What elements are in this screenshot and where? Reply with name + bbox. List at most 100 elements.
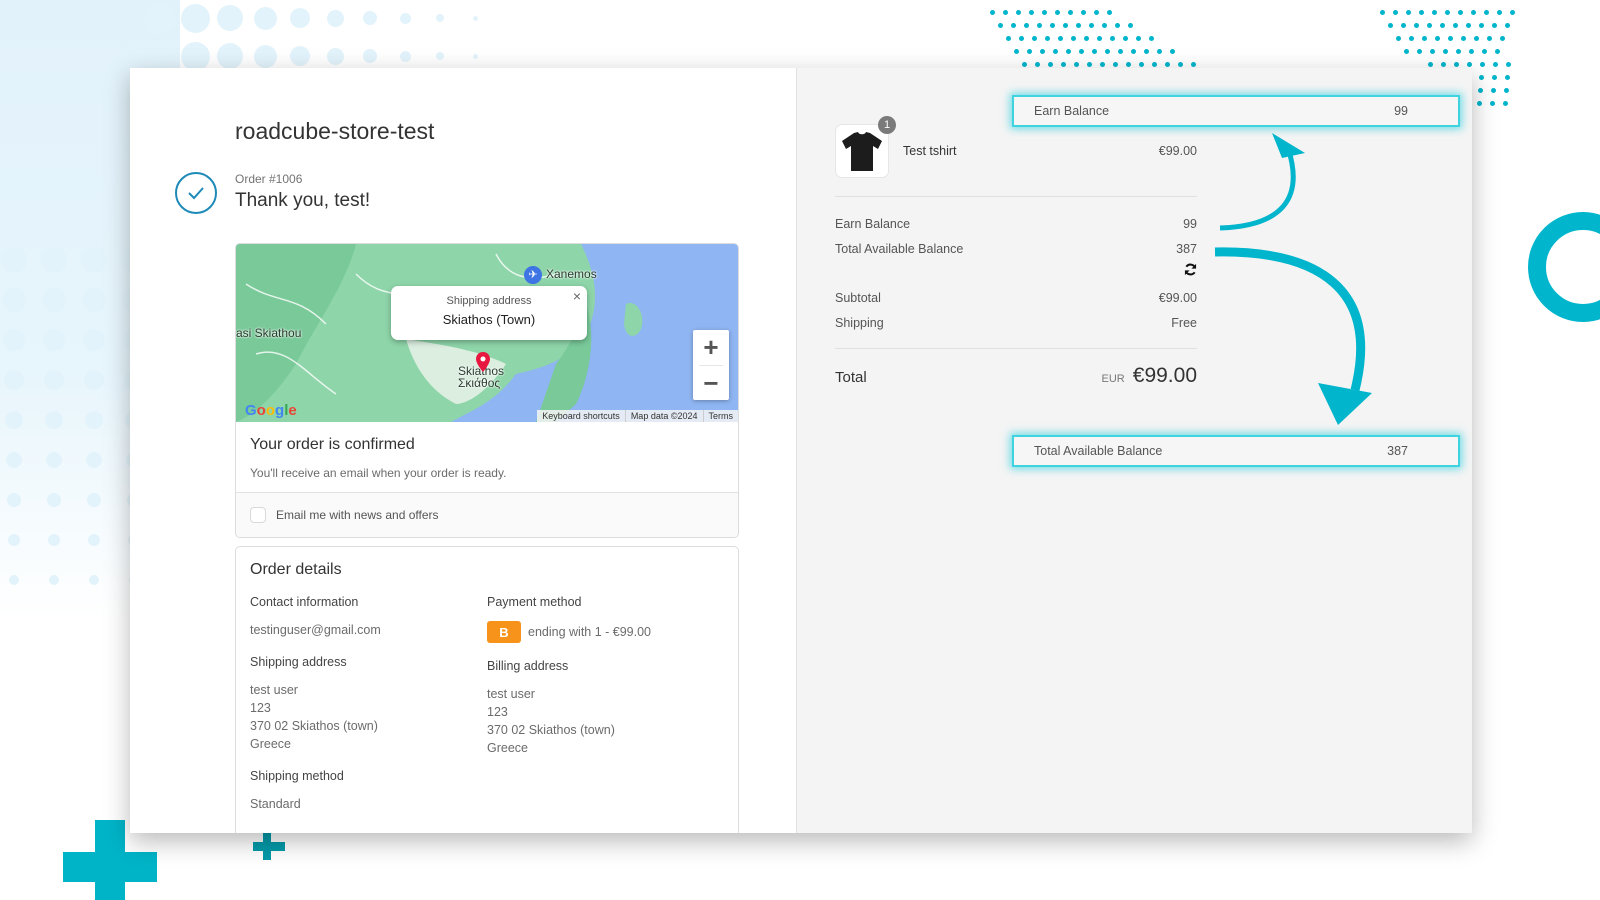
email-opt-in-row[interactable]: Email me with news and offers	[236, 493, 738, 537]
keyboard-shortcuts-link[interactable]: Keyboard shortcuts	[537, 410, 625, 422]
total-amount: €99.00	[1132, 364, 1197, 387]
decorative-dot	[6, 452, 22, 468]
decorative-dot	[1492, 75, 1497, 80]
refresh-icon[interactable]	[1184, 263, 1197, 279]
decorative-dot	[1131, 49, 1136, 54]
callout-total-value: 387	[1387, 444, 1408, 458]
confirmation-section: Your order is confirmed You'll receive a…	[236, 422, 738, 493]
decorative-dot	[1149, 36, 1154, 41]
decorative-dot	[1053, 49, 1058, 54]
decorative-dot	[1414, 23, 1419, 28]
decorative-dot	[1482, 49, 1487, 54]
google-logo[interactable]: Google	[245, 402, 297, 419]
decorative-dot	[1087, 62, 1092, 67]
zoom-in-button[interactable]: +	[693, 330, 729, 365]
earn-balance-value: 99	[1183, 217, 1197, 231]
decorative-dot	[1178, 62, 1183, 67]
store-name[interactable]: roadcube-store-test	[235, 118, 434, 145]
map-label-area: asi Skiathou	[236, 326, 302, 340]
decorative-dot	[1467, 62, 1472, 67]
decorative-dot	[326, 47, 344, 65]
decorative-dot	[1432, 10, 1437, 15]
decorative-dot	[180, 3, 210, 33]
terms-link[interactable]: Terms	[702, 410, 739, 422]
total-available-label: Total Available Balance	[835, 242, 964, 256]
decorative-dot	[1, 247, 27, 273]
decorative-dot	[1097, 36, 1102, 41]
contact-email: testinguser@gmail.com	[250, 623, 381, 637]
decorative-dot	[1037, 23, 1042, 28]
decorative-dot	[1396, 36, 1401, 41]
decorative-dot	[1435, 36, 1440, 41]
decorative-dot	[1479, 75, 1484, 80]
decorative-dot	[1504, 88, 1509, 93]
decorative-dot	[1100, 62, 1105, 67]
decorative-dot	[253, 44, 277, 68]
info-window-place: Skiathos (Town)	[442, 312, 536, 327]
total-currency: EUR	[1101, 373, 1125, 385]
decorative-dot	[399, 12, 411, 24]
email-opt-in-checkbox[interactable]	[250, 507, 266, 523]
product-price-row: €99.00	[835, 144, 1197, 158]
close-icon[interactable]: ×	[573, 288, 581, 304]
decorative-dot	[1126, 62, 1131, 67]
decorative-dot	[42, 288, 66, 312]
divider	[835, 196, 1197, 197]
confirmation-title: Your order is confirmed	[250, 436, 415, 453]
decorative-dot	[43, 329, 65, 351]
decorative-dot	[1493, 62, 1498, 67]
decorative-dot	[1074, 62, 1079, 67]
billing-address-line: Greece	[487, 741, 528, 755]
quantity-badge: 1	[878, 116, 896, 134]
decorative-plus-large-bar	[63, 852, 157, 882]
decorative-dot	[1118, 49, 1123, 54]
subtotal-label: Subtotal	[835, 291, 881, 305]
decorative-dot	[1157, 49, 1162, 54]
decorative-dot	[1505, 23, 1510, 28]
bitcoin-payment-icon: B	[487, 621, 521, 643]
decorative-dot	[1469, 49, 1474, 54]
earn-balance-row: Earn Balance 99	[835, 217, 1197, 231]
earn-balance-callout: Earn Balance 99	[1012, 95, 1460, 127]
decorative-ring	[1528, 212, 1600, 322]
decorative-dot	[1089, 23, 1094, 28]
email-opt-in-label[interactable]: Email me with news and offers	[276, 508, 439, 522]
shipping-address-label: Shipping address	[250, 655, 347, 669]
decorative-dot	[1076, 23, 1081, 28]
shipping-map[interactable]: ✈ Xanemos asi Skiathou Skiathos Σκιάθος …	[236, 244, 738, 422]
decorative-dot	[1066, 49, 1071, 54]
decorative-plus-small-bar	[253, 842, 285, 851]
decorative-dot	[1136, 36, 1141, 41]
location-pin-icon[interactable]	[476, 352, 490, 377]
decorative-dot	[1123, 36, 1128, 41]
shipping-method-value: Standard	[250, 797, 301, 811]
decorative-dot	[1428, 62, 1433, 67]
decorative-dot	[7, 493, 21, 507]
decorative-dot	[87, 493, 101, 507]
decorative-dot	[363, 49, 377, 63]
total-available-row: Total Available Balance 387	[835, 242, 1197, 256]
decorative-dot	[1040, 49, 1045, 54]
shipping-address-line: Greece	[250, 737, 291, 751]
decorative-dot	[290, 46, 310, 66]
decorative-dot	[1144, 49, 1149, 54]
decorative-dot	[1480, 62, 1485, 67]
callout-earn-value: 99	[1394, 104, 1408, 118]
decorative-dot	[88, 534, 100, 546]
decorative-dot	[1079, 49, 1084, 54]
decorative-dot	[1055, 10, 1060, 15]
confirmation-subtitle: You'll receive an email when your order …	[250, 466, 507, 480]
decorative-dot	[1035, 62, 1040, 67]
decorative-dot	[1006, 36, 1011, 41]
decorative-dot	[363, 11, 377, 25]
decorative-dot	[1474, 36, 1479, 41]
decorative-dot	[1404, 49, 1409, 54]
shipping-row: Shipping Free	[835, 316, 1197, 330]
decorative-dot	[1491, 88, 1496, 93]
map-info-window: Shipping address Skiathos (Town) ×	[391, 286, 587, 340]
product-price: €99.00	[1158, 144, 1197, 158]
decorative-dot	[1448, 36, 1453, 41]
zoom-out-button[interactable]: −	[693, 366, 729, 401]
decorative-dot	[1191, 62, 1196, 67]
thank-you-heading: Thank you, test!	[235, 190, 371, 211]
